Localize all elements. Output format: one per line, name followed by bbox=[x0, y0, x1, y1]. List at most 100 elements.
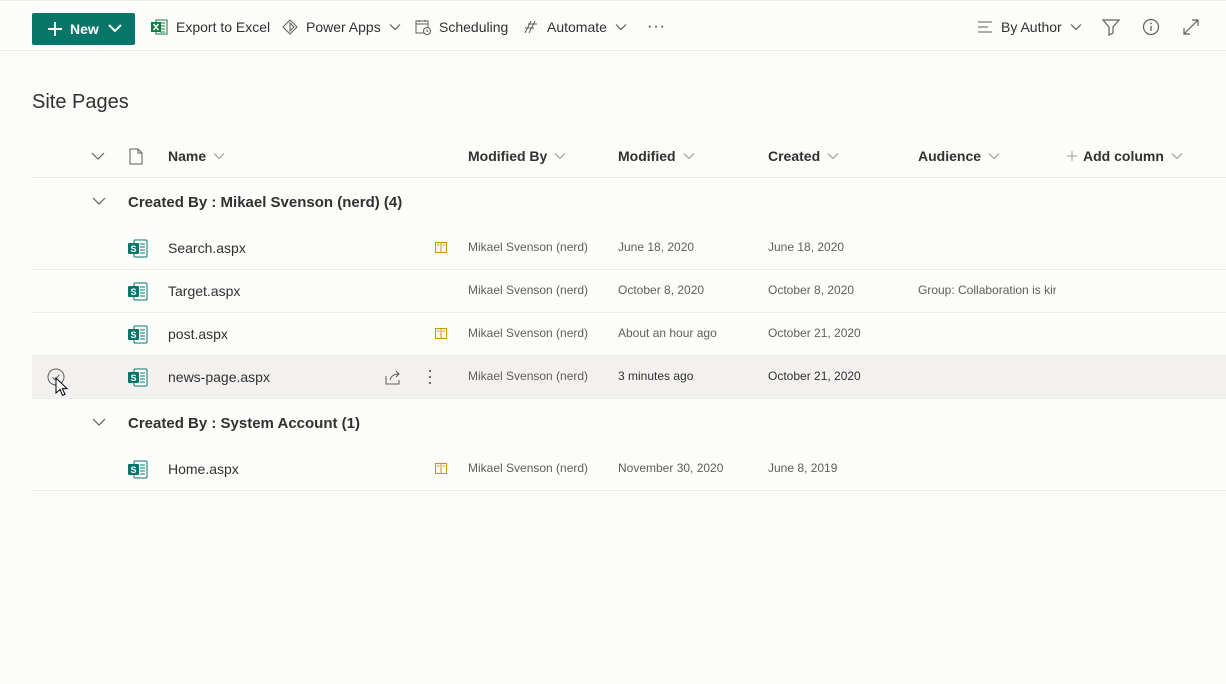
view-label: By Author bbox=[1001, 18, 1062, 35]
group-header[interactable]: Created By : System Account (1) bbox=[32, 400, 1226, 448]
group-header[interactable]: Created By : Mikael Svenson (nerd) (4) bbox=[32, 179, 1226, 227]
column-header-name[interactable]: Name bbox=[168, 134, 225, 178]
chevron-down-icon bbox=[108, 24, 122, 33]
add-column-label: Add column bbox=[1083, 148, 1164, 164]
book-icon bbox=[435, 242, 447, 253]
more-icon: ··· bbox=[647, 17, 666, 35]
modified-by-cell: Mikael Svenson (nerd) bbox=[468, 240, 589, 254]
command-bar: New Export to Excel Power Apps Schedulin… bbox=[0, 0, 1226, 51]
chevron-down-icon bbox=[988, 153, 1000, 160]
sharepoint-page-icon: S bbox=[128, 239, 148, 258]
plus-icon bbox=[48, 22, 62, 36]
expand-icon bbox=[1183, 18, 1199, 35]
chevron-down-icon bbox=[683, 153, 694, 160]
sharepoint-page-icon: S bbox=[128, 460, 148, 479]
chevron-down-icon bbox=[554, 153, 566, 160]
svg-text:S: S bbox=[130, 465, 136, 475]
file-type-column-header[interactable] bbox=[129, 134, 143, 178]
created-cell: October 8, 2020 bbox=[768, 283, 855, 297]
group-title: Created By : System Account (1) bbox=[128, 415, 361, 432]
created-cell: June 8, 2019 bbox=[768, 461, 838, 475]
svg-text:S: S bbox=[130, 373, 136, 383]
chevron-down-icon bbox=[389, 23, 401, 30]
more-vertical-icon[interactable] bbox=[424, 368, 436, 386]
excel-icon bbox=[151, 19, 168, 34]
scheduling-label: Scheduling bbox=[439, 18, 509, 35]
power-apps-button[interactable]: Power Apps bbox=[282, 1, 401, 52]
add-column-button[interactable]: Add column bbox=[1067, 134, 1183, 178]
table-row[interactable]: S Target.aspx Mikael Svenson (nerd) Octo… bbox=[32, 270, 1226, 313]
book-icon bbox=[435, 328, 447, 339]
new-button[interactable]: New bbox=[32, 13, 135, 45]
modified-cell: About an hour ago bbox=[618, 326, 717, 340]
file-name[interactable]: Search.aspx bbox=[168, 240, 246, 256]
view-switcher-button[interactable]: By Author bbox=[977, 1, 1082, 52]
chevron-down-icon bbox=[615, 23, 627, 30]
filter-button[interactable] bbox=[1102, 1, 1120, 52]
column-header-audience-label: Audience bbox=[918, 148, 982, 164]
chevron-down-icon bbox=[213, 153, 225, 160]
fullscreen-button[interactable] bbox=[1182, 1, 1200, 52]
sharepoint-page-icon: S bbox=[128, 282, 148, 301]
more-commands-button[interactable]: ··· bbox=[647, 1, 666, 52]
created-cell: October 21, 2020 bbox=[768, 326, 861, 340]
export-to-excel-button[interactable]: Export to Excel bbox=[151, 1, 270, 52]
modified-cell: 3 minutes ago bbox=[618, 369, 694, 383]
svg-text:S: S bbox=[130, 287, 136, 297]
modified-by-cell: Mikael Svenson (nerd) bbox=[468, 461, 589, 475]
book-icon bbox=[435, 463, 447, 474]
table-row[interactable]: S Search.aspx Mikael Svenson (nerd) June… bbox=[32, 227, 1226, 270]
file-name[interactable]: Target.aspx bbox=[168, 283, 240, 299]
export-label: Export to Excel bbox=[176, 18, 271, 35]
svg-text:S: S bbox=[130, 330, 136, 340]
column-header-audience[interactable]: Audience bbox=[918, 134, 1000, 178]
chevron-down-icon bbox=[1171, 153, 1183, 160]
column-header-modified-by[interactable]: Modified By bbox=[468, 134, 566, 178]
page-title: Site Pages bbox=[32, 91, 129, 113]
mouse-cursor-icon bbox=[55, 377, 68, 396]
svg-text:S: S bbox=[130, 244, 136, 254]
column-header-name-label: Name bbox=[168, 148, 207, 164]
modified-cell: November 30, 2020 bbox=[618, 461, 724, 475]
power-apps-icon bbox=[282, 18, 298, 35]
power-apps-label: Power Apps bbox=[306, 18, 381, 35]
column-header-modified[interactable]: Modified bbox=[618, 134, 695, 178]
scheduling-button[interactable]: Scheduling bbox=[415, 1, 508, 52]
view-list-icon bbox=[978, 21, 992, 32]
file-name[interactable]: post.aspx bbox=[168, 326, 228, 342]
collapse-all-groups-button[interactable] bbox=[91, 134, 105, 178]
share-icon[interactable] bbox=[384, 368, 402, 386]
modified-by-cell: Mikael Svenson (nerd) bbox=[468, 369, 589, 383]
filter-icon bbox=[1102, 18, 1120, 36]
table-row[interactable]: S Home.aspx Mikael Svenson (nerd) Novemb… bbox=[32, 448, 1226, 491]
created-cell: October 21, 2020 bbox=[768, 369, 861, 383]
sharepoint-page-icon: S bbox=[128, 368, 148, 387]
table-row[interactable]: S post.aspx Mikael Svenson (nerd) About … bbox=[32, 313, 1226, 356]
chevron-down-icon bbox=[91, 152, 105, 160]
table-row[interactable]: S news-page.aspx Mikael Svenson (nerd) 3… bbox=[32, 356, 1226, 399]
chevron-down-icon[interactable] bbox=[92, 418, 106, 426]
info-button[interactable] bbox=[1142, 1, 1160, 52]
column-header-modified-by-label: Modified By bbox=[468, 148, 548, 164]
automate-label: Automate bbox=[547, 18, 607, 35]
chevron-down-icon bbox=[1070, 23, 1082, 30]
modified-by-cell: Mikael Svenson (nerd) bbox=[468, 326, 589, 340]
new-button-label: New bbox=[70, 21, 99, 37]
calendar-clock-icon bbox=[415, 19, 431, 35]
automate-button[interactable]: Automate bbox=[523, 1, 627, 52]
chevron-down-icon[interactable] bbox=[92, 197, 106, 205]
file-name[interactable]: Home.aspx bbox=[168, 461, 239, 477]
document-icon bbox=[129, 148, 143, 164]
modified-by-cell: Mikael Svenson (nerd) bbox=[468, 283, 589, 297]
sharepoint-page-icon: S bbox=[128, 325, 148, 344]
info-icon bbox=[1142, 18, 1160, 35]
group-title: Created By : Mikael Svenson (nerd) (4) bbox=[128, 194, 403, 211]
flow-icon bbox=[524, 20, 537, 33]
created-cell: June 18, 2020 bbox=[768, 240, 845, 254]
audience-cell: Group: Collaboration is kir bbox=[918, 283, 1056, 297]
column-header-created-label: Created bbox=[768, 148, 821, 164]
column-header-created[interactable]: Created bbox=[768, 134, 839, 178]
column-header-modified-label: Modified bbox=[618, 148, 676, 164]
file-name[interactable]: news-page.aspx bbox=[168, 369, 270, 385]
column-header-row: Name Modified By Modified Created Audien… bbox=[32, 134, 1226, 178]
